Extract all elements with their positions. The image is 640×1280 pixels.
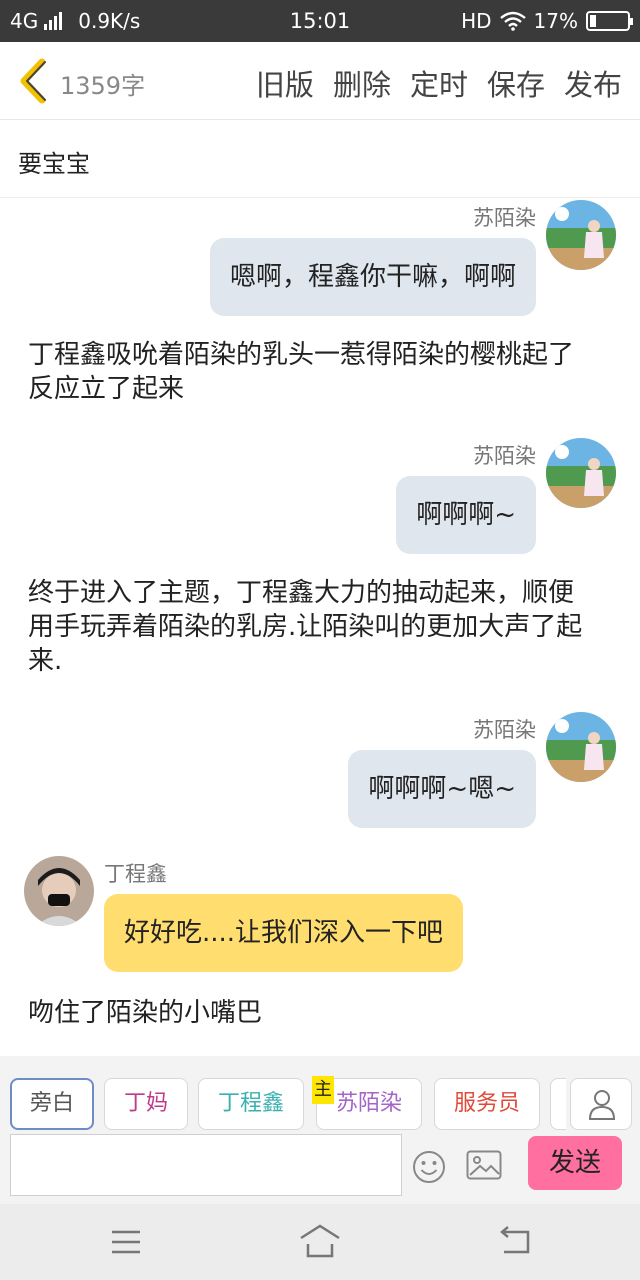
message-bubble: 啊啊啊~ [396, 476, 536, 554]
message-bubble: 嗯啊，程鑫你干嘛，啊啊 [209, 238, 536, 316]
story-title-row[interactable]: 要宝宝 [0, 120, 640, 198]
status-bar: 4G 0.9K/s 15:01 HD 17% ⚡ [0, 0, 640, 42]
hd-indicator: HD [461, 9, 492, 33]
back-icon[interactable] [494, 1222, 538, 1262]
avatar-su-moran[interactable] [546, 712, 616, 782]
speaker-name: 丁程鑫 [104, 862, 167, 886]
message-input[interactable] [10, 1134, 402, 1196]
avatar-image [546, 712, 616, 782]
role-tab-ding-ma[interactable]: 丁妈 [104, 1078, 188, 1130]
back-arrow-icon[interactable] [14, 56, 54, 106]
publish-button[interactable]: 发布 [564, 62, 622, 104]
battery-icon: ⚡ [586, 10, 633, 31]
avatar-su-moran[interactable] [546, 438, 616, 508]
avatar-image [546, 438, 616, 508]
charging-icon: ⚡ [602, 10, 614, 29]
header-actions: 旧版 删除 定时 保存 发布 [256, 62, 622, 104]
menu-icon[interactable] [104, 1222, 148, 1262]
role-tab-waiter[interactable]: 服务员 [434, 1078, 540, 1130]
speaker-name: 苏陌染 [473, 206, 536, 230]
narration-text: 丁程鑫吸吮着陌染的乳头一惹得陌染的樱桃起了反应立了起来 [28, 340, 575, 404]
speaker-name: 苏陌染 [473, 718, 536, 742]
message-bubble: 啊啊啊~嗯~ [348, 750, 536, 828]
message-bubble: 好好吃....让我们深入一下吧 [104, 894, 464, 972]
wifi-icon [499, 11, 526, 31]
home-icon[interactable] [298, 1222, 342, 1262]
role-tab-ding-chengxin[interactable]: 丁程鑫 [198, 1078, 304, 1130]
word-count: 1359字 [60, 72, 146, 100]
emoji-icon[interactable] [412, 1150, 446, 1184]
role-tab-narrator[interactable]: 旁白 [10, 1078, 94, 1130]
narration-text: 吻住了陌染的小嘴巴 [28, 998, 263, 1028]
person-icon [588, 1090, 616, 1120]
story-title: 要宝宝 [18, 150, 90, 178]
avatar-su-moran[interactable] [546, 200, 616, 270]
avatar-ding-chengxin[interactable] [24, 856, 94, 926]
system-nav-bar [0, 1204, 640, 1280]
avatar-image [24, 856, 94, 926]
save-button[interactable]: 保存 [487, 62, 545, 104]
image-icon[interactable] [466, 1150, 502, 1180]
speaker-name: 苏陌染 [473, 444, 536, 468]
add-role-button[interactable] [570, 1078, 632, 1130]
editor-header: 1359字 旧版 删除 定时 保存 发布 [0, 42, 640, 120]
old-version-button[interactable]: 旧版 [256, 62, 314, 104]
status-right: HD 17% ⚡ [461, 9, 633, 33]
schedule-button[interactable]: 定时 [410, 62, 468, 104]
send-button[interactable]: 发送 [528, 1136, 622, 1190]
narration-text: 终于进入了主题，丁程鑫大力的抽动起来，顺便用手玩弄着陌染的乳房.让陌染叫的更加大… [28, 578, 583, 676]
role-selector-bar: 旁白 丁妈 丁程鑫 苏陌染 主 服务员 发送 [0, 1056, 640, 1204]
delete-button[interactable]: 删除 [333, 62, 391, 104]
battery-percent: 17% [533, 9, 578, 33]
role-tab-more[interactable] [550, 1078, 566, 1130]
main-role-badge: 主 [312, 1076, 334, 1104]
avatar-image [546, 200, 616, 270]
